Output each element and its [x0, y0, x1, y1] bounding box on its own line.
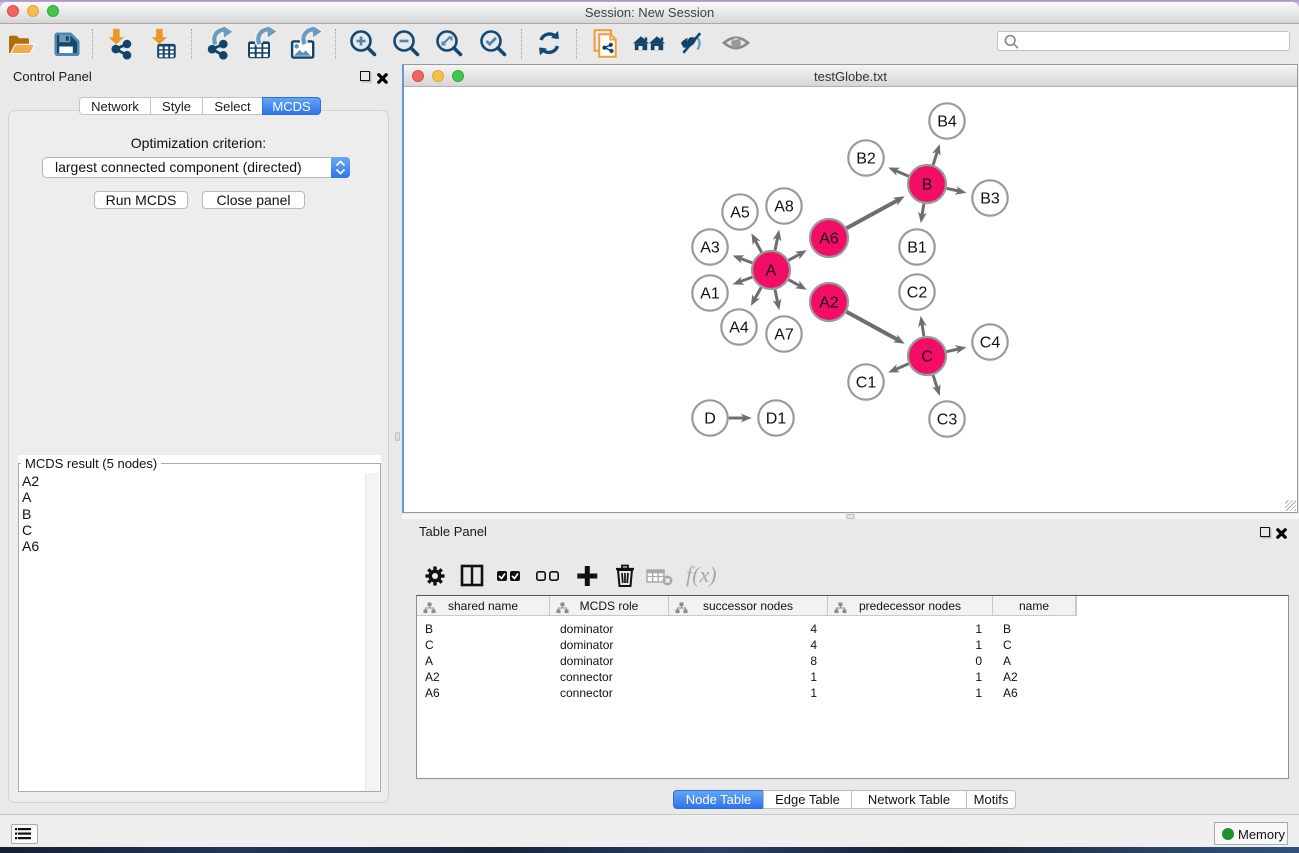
svg-text:C4: C4 — [980, 334, 1001, 351]
svg-text:D1: D1 — [766, 410, 787, 427]
svg-text:D: D — [704, 410, 716, 427]
svg-text:B1: B1 — [907, 239, 927, 256]
svg-text:B2: B2 — [856, 150, 876, 167]
svg-text:A8: A8 — [774, 198, 794, 215]
svg-text:C1: C1 — [856, 374, 877, 391]
svg-text:A3: A3 — [700, 239, 720, 256]
svg-text:A2: A2 — [819, 294, 839, 311]
svg-text:C2: C2 — [907, 284, 928, 301]
svg-text:A: A — [766, 262, 777, 279]
svg-text:B4: B4 — [937, 113, 957, 130]
svg-text:B: B — [922, 176, 933, 193]
svg-text:B3: B3 — [980, 190, 1000, 207]
svg-text:A7: A7 — [774, 326, 794, 343]
svg-text:C: C — [921, 348, 933, 365]
svg-text:A5: A5 — [730, 204, 750, 221]
svg-text:A6: A6 — [819, 230, 839, 247]
svg-text:C3: C3 — [937, 411, 958, 428]
svg-text:A4: A4 — [729, 319, 749, 336]
svg-text:A1: A1 — [700, 285, 720, 302]
